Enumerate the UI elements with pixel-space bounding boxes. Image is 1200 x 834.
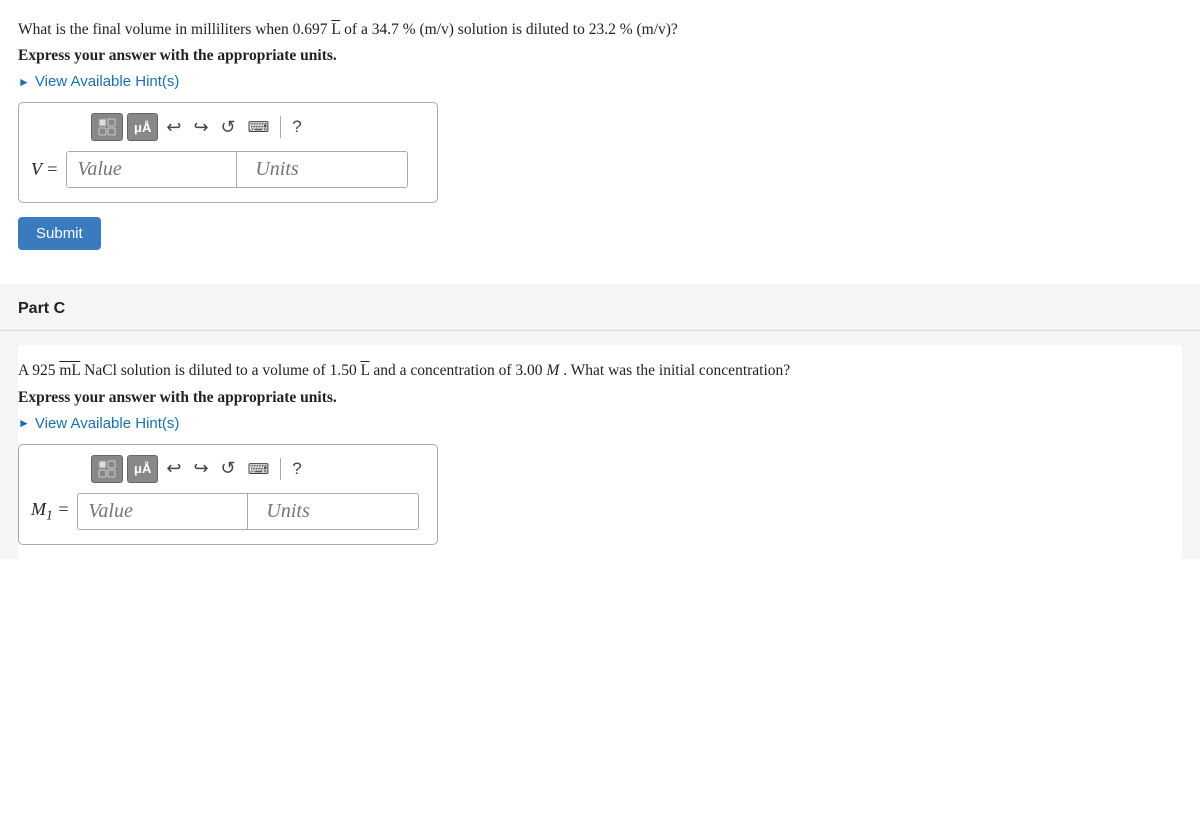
- part-c-matrix-icon-button[interactable]: [91, 455, 123, 483]
- part-b-variable-label: V =: [31, 159, 58, 180]
- part-c-input-fields: [77, 493, 419, 530]
- part-c-question: A 925 mL NaCl solution is diluted to a v…: [18, 359, 1182, 382]
- part-b-input-box: μÅ ↩ ↪ ↺ ⌨ ? V =: [18, 102, 438, 203]
- part-c-label: Part C: [18, 298, 1182, 318]
- part-c-toolbar-separator: [280, 458, 281, 480]
- keyboard-button[interactable]: ⌨: [244, 116, 274, 138]
- part-c-content: A 925 mL NaCl solution is diluted to a v…: [18, 345, 1182, 558]
- help-button[interactable]: ?: [288, 115, 305, 139]
- hint-arrow-icon: ►: [18, 75, 30, 89]
- part-b-answer-row: V =: [31, 151, 425, 188]
- redo-button[interactable]: ↪: [189, 115, 212, 140]
- part-c-hint-link[interactable]: ► View Available Hint(s): [18, 415, 1182, 432]
- part-c-section: Part C A 925 mL NaCl solution is diluted…: [0, 284, 1200, 558]
- part-c-toolbar: μÅ ↩ ↪ ↺ ⌨ ?: [31, 455, 425, 483]
- part-c-mu-angstrom-button[interactable]: μÅ: [127, 455, 158, 483]
- part-b-question: What is the final volume in milliliters …: [18, 18, 1182, 41]
- part-c-refresh-button[interactable]: ↺: [217, 456, 240, 481]
- undo-button[interactable]: ↩: [162, 115, 185, 140]
- part-c-answer-row: M1 =: [31, 493, 425, 530]
- section-divider: [0, 330, 1200, 331]
- submit-button[interactable]: Submit: [18, 217, 101, 250]
- part-c-hint-link-label: View Available Hint(s): [35, 415, 180, 432]
- part-c-help-button[interactable]: ?: [288, 457, 305, 481]
- toolbar-separator: [280, 116, 281, 138]
- part-b-value-input[interactable]: [67, 152, 237, 187]
- part-c-undo-button[interactable]: ↩: [162, 456, 185, 481]
- refresh-button[interactable]: ↺: [217, 115, 240, 140]
- part-c-keyboard-button[interactable]: ⌨: [244, 458, 274, 480]
- part-c-variable-label: M1 =: [31, 499, 69, 524]
- mu-angstrom-button[interactable]: μÅ: [127, 113, 158, 141]
- part-c-units-input[interactable]: [248, 494, 418, 529]
- part-b-hint-link[interactable]: ► View Available Hint(s): [18, 73, 1182, 90]
- part-c-hint-arrow-icon: ►: [18, 416, 30, 430]
- part-c-redo-button[interactable]: ↪: [189, 456, 212, 481]
- part-c-input-box: μÅ ↩ ↪ ↺ ⌨ ? M1 =: [18, 444, 438, 545]
- part-c-express: Express your answer with the appropriate…: [18, 389, 1182, 407]
- matrix-icon-button[interactable]: [91, 113, 123, 141]
- hint-link-label: View Available Hint(s): [35, 73, 180, 90]
- part-b-section: What is the final volume in milliliters …: [18, 18, 1182, 274]
- part-b-units-input[interactable]: [237, 152, 407, 187]
- part-c-value-input[interactable]: [78, 494, 248, 529]
- part-b-toolbar: μÅ ↩ ↪ ↺ ⌨ ?: [31, 113, 425, 141]
- part-b-express: Express your answer with the appropriate…: [18, 47, 1182, 65]
- part-b-input-fields: [66, 151, 408, 188]
